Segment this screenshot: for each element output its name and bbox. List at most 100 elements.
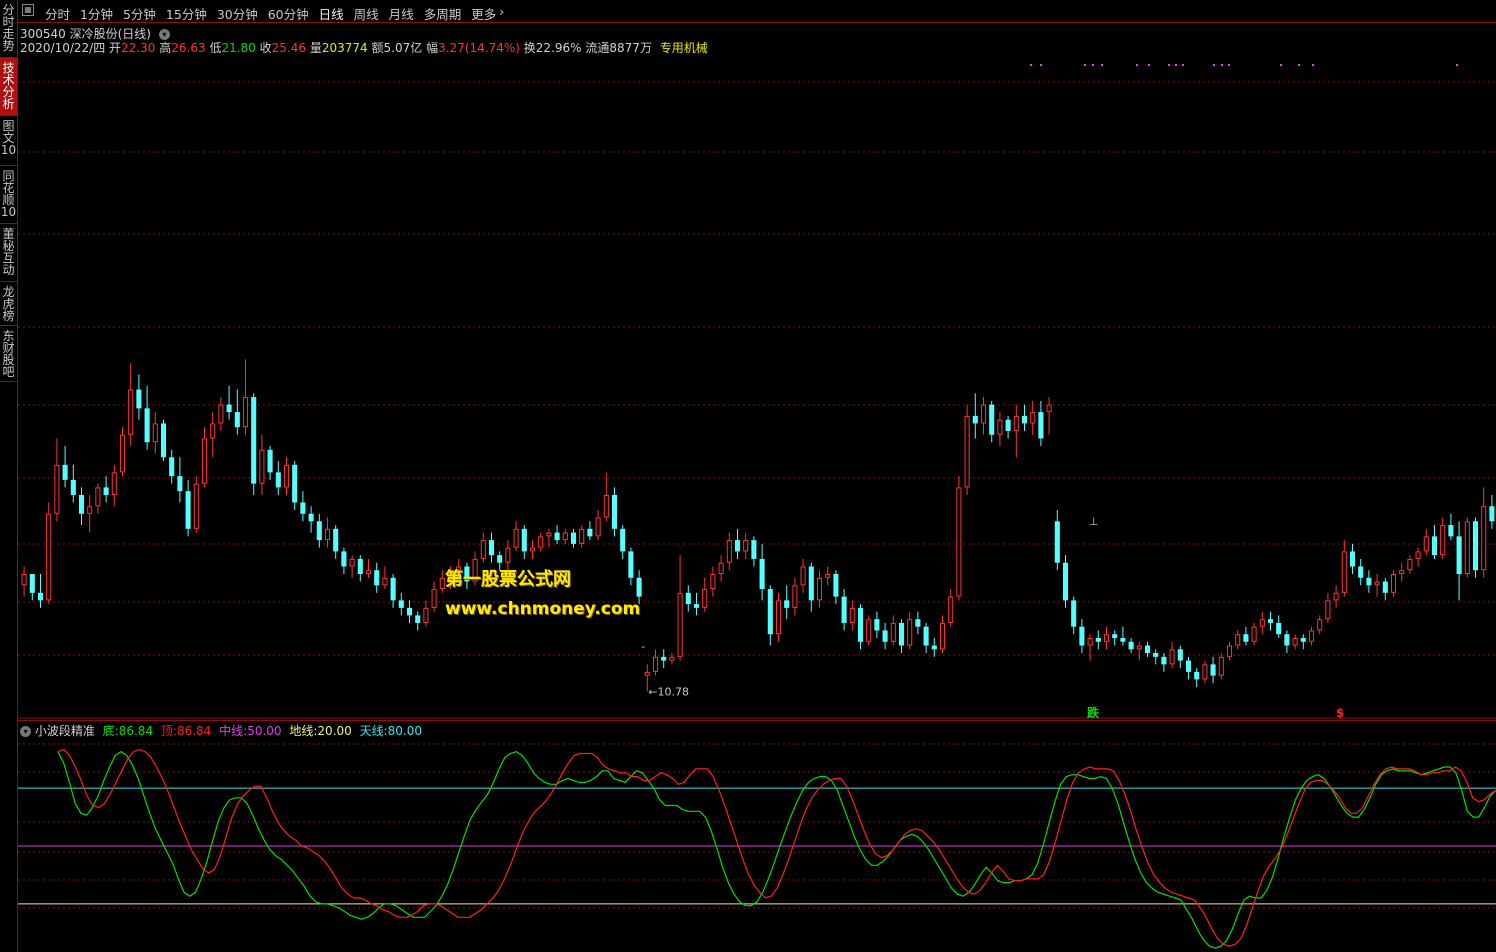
candle-body	[562, 532, 568, 541]
candle	[1071, 596, 1077, 635]
candle	[95, 483, 101, 514]
period-tab-2[interactable]: 5分钟	[123, 4, 156, 23]
indicator-chart[interactable]	[18, 720, 1496, 952]
candle-body	[833, 574, 839, 597]
sidebar-tab-4[interactable]: 董秘互动	[0, 224, 17, 282]
candle-body	[570, 532, 577, 544]
candle-body	[1300, 638, 1306, 642]
candle-body	[997, 419, 1003, 435]
candle-body	[169, 457, 175, 477]
sky-label: 天线:	[359, 724, 388, 738]
candle-body	[201, 438, 208, 484]
candle-body	[1472, 521, 1479, 571]
period-tab-7[interactable]: 周线	[354, 4, 379, 23]
candle	[1177, 645, 1183, 669]
sidebar: 分时走势 技术分析 图文10 同花顺10 董秘互动 龙虎榜 东财股吧	[0, 0, 18, 952]
candle-body	[374, 570, 380, 586]
candle-body	[1267, 619, 1274, 623]
candle	[1333, 585, 1339, 608]
candle-body	[488, 540, 495, 556]
candle-body	[1349, 551, 1356, 567]
candle	[398, 592, 404, 616]
candle	[1407, 555, 1413, 574]
sidebar-tab-2[interactable]: 图文10	[0, 116, 17, 166]
candle	[1415, 547, 1421, 567]
sidebar-tab-5[interactable]: 龙虎榜	[0, 282, 17, 326]
candle-body	[1128, 641, 1134, 650]
candle-body	[1284, 634, 1290, 646]
candle-body	[1062, 562, 1069, 601]
period-tab-1[interactable]: 1分钟	[80, 4, 113, 23]
candle-body	[21, 574, 27, 586]
period-toolbar: ▦ 分时 1分钟 5分钟 15分钟 30分钟 60分钟 日线 周线 月线 多周期 更多 ›	[18, 0, 1496, 23]
candle	[702, 577, 708, 612]
period-tab-10[interactable]: 更多	[471, 4, 496, 23]
candle-body	[193, 483, 199, 529]
candle	[554, 525, 560, 544]
period-tab-6[interactable]: 日线	[319, 4, 344, 23]
candle-body	[808, 566, 814, 601]
candle-body	[661, 656, 667, 661]
candle-body	[1169, 649, 1175, 665]
candle-body	[529, 547, 536, 552]
period-tab-8[interactable]: 月线	[389, 4, 414, 23]
indicator-header: ▾ 小波段精准 底:86.84 顶:86.84 中线:50.00 地线:20.0…	[20, 722, 422, 739]
candle	[1325, 592, 1331, 623]
candle-body	[95, 487, 101, 507]
candle-body	[669, 656, 675, 661]
candle	[480, 532, 486, 563]
candle-body	[267, 449, 273, 473]
kline-chart[interactable]: ←10.78 - ⊥ 跌 $	[18, 22, 1496, 719]
candle	[734, 528, 741, 559]
candle	[21, 566, 27, 597]
top-dash-mark: -	[641, 640, 645, 653]
candle	[152, 412, 158, 454]
candle-body	[136, 389, 142, 409]
period-tab-5[interactable]: 60分钟	[268, 4, 309, 23]
signal-dot	[1148, 64, 1150, 66]
candle	[833, 570, 839, 605]
candle	[1292, 634, 1298, 650]
candle	[652, 649, 659, 676]
indicator-name[interactable]: 小波段精准	[35, 724, 95, 738]
period-tab-0[interactable]: 分时	[45, 4, 70, 23]
period-tab-4[interactable]: 30分钟	[217, 4, 258, 23]
period-tab-3[interactable]: 15分钟	[166, 4, 207, 23]
candle	[259, 434, 265, 495]
candle	[78, 487, 85, 526]
candle-body	[1046, 404, 1052, 413]
chevron-down-icon[interactable]: ▾	[20, 726, 31, 737]
candle-body	[1054, 521, 1060, 563]
candle-body	[1481, 506, 1487, 571]
candle	[46, 502, 52, 605]
candle-body	[1276, 622, 1282, 635]
top-label: 顶:	[160, 724, 177, 738]
candle-body	[702, 589, 708, 608]
sidebar-tab-1[interactable]: 技术分析	[0, 58, 17, 116]
sidebar-tab-6[interactable]: 东财股吧	[0, 326, 17, 382]
candle	[1358, 558, 1364, 586]
chevron-right-icon[interactable]: ›	[499, 4, 504, 19]
candle-body	[1210, 664, 1216, 676]
candle-body	[693, 604, 700, 608]
mid-value: 50.00	[247, 724, 282, 738]
candle	[849, 600, 855, 631]
period-tab-9[interactable]: 多周期	[424, 4, 462, 23]
signal-dot	[1456, 64, 1458, 66]
candle	[939, 615, 946, 654]
candle	[603, 472, 609, 522]
candle-body	[111, 472, 117, 495]
grid-icon[interactable]: ▦	[22, 4, 34, 16]
candle	[300, 491, 306, 522]
candle	[1095, 630, 1101, 650]
candle-body	[775, 600, 782, 635]
candle-body	[292, 464, 298, 503]
sidebar-tab-3[interactable]: 同花顺10	[0, 166, 17, 224]
candle-body	[349, 558, 355, 567]
candle	[964, 404, 970, 495]
candle	[685, 585, 691, 612]
candle-body	[1489, 506, 1495, 522]
candle-body	[1153, 653, 1159, 657]
candle	[382, 566, 388, 590]
sidebar-tab-0[interactable]: 分时走势	[0, 0, 17, 58]
